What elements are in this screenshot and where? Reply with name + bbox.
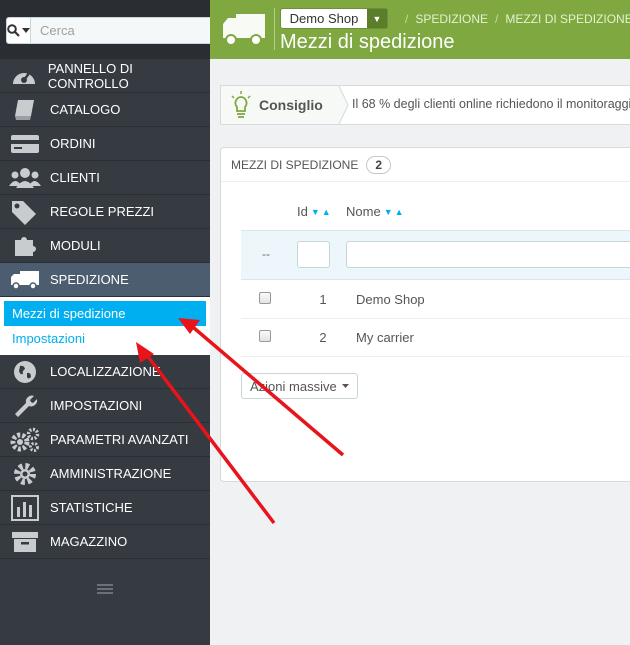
menu-label: CATALOGO bbox=[50, 102, 121, 117]
users-icon bbox=[0, 161, 50, 195]
tags-icon bbox=[0, 195, 50, 229]
gear-icon bbox=[0, 457, 50, 491]
truck-icon bbox=[0, 263, 50, 297]
shop-selector-label: Demo Shop bbox=[289, 11, 359, 26]
tip-header: Consiglio bbox=[221, 86, 339, 124]
table-row[interactable]: 2 My carrier bbox=[241, 319, 630, 357]
divider bbox=[274, 8, 275, 50]
menu-label: LOCALIZZAZIONE bbox=[50, 364, 161, 379]
menu-label: REGOLE PREZZI bbox=[50, 204, 155, 219]
caret-down-icon bbox=[341, 383, 349, 388]
menu-collapse-icon[interactable] bbox=[97, 584, 113, 596]
menu-item-catalog[interactable]: CATALOGO bbox=[0, 93, 210, 127]
menu-label: IMPOSTAZIONI bbox=[50, 398, 143, 413]
column-label-id: Id bbox=[297, 204, 308, 219]
bulk-actions-button[interactable]: Azioni massive bbox=[241, 373, 358, 399]
menu-label: PARAMETRI AVANZATI bbox=[50, 432, 189, 447]
breadcrumb: / SPEDIZIONE / MEZZI DI SPEDIZIONE bbox=[398, 12, 630, 26]
menu-label: MODULI bbox=[50, 238, 101, 253]
shop-selector[interactable]: Demo Shop ▼ bbox=[280, 8, 388, 29]
filter-id-input[interactable] bbox=[297, 241, 330, 268]
row-checkbox[interactable] bbox=[259, 330, 271, 342]
menu-item-shipping[interactable]: SPEDIZIONE bbox=[0, 263, 210, 297]
tip-separator bbox=[329, 86, 349, 124]
cogs-icon bbox=[0, 423, 50, 457]
search-area bbox=[0, 0, 217, 59]
menu-item-price-rules[interactable]: REGOLE PREZZI bbox=[0, 195, 210, 229]
globe-icon bbox=[0, 355, 50, 389]
menu-item-modules[interactable]: MODULI bbox=[0, 229, 210, 263]
menu-item-orders[interactable]: ORDINI bbox=[0, 127, 210, 161]
tip-banner: Consiglio Il 68 % degli clienti online r… bbox=[220, 85, 630, 125]
main-menu: PANNELLO DI CONTROLLO CATALOGO ORDINI CL… bbox=[0, 59, 210, 559]
row-checkbox[interactable] bbox=[259, 292, 271, 304]
search-dropdown-button[interactable] bbox=[6, 17, 31, 44]
breadcrumb-item-shipping[interactable]: SPEDIZIONE bbox=[415, 12, 488, 26]
table-row[interactable]: 1 Demo Shop bbox=[241, 281, 630, 319]
row-name: My carrier bbox=[356, 330, 414, 345]
shipping-submenu: Mezzi di spedizione Impostazioni bbox=[0, 297, 210, 355]
filter-name-input[interactable] bbox=[346, 241, 630, 268]
submenu-item-preferences[interactable]: Impostazioni bbox=[0, 326, 210, 351]
main-content: Consiglio Il 68 % degli clienti online r… bbox=[210, 59, 630, 645]
menu-item-localization[interactable]: LOCALIZZAZIONE bbox=[0, 355, 210, 389]
sort-desc-icon[interactable]: ▼ bbox=[311, 207, 320, 217]
tip-label: Consiglio bbox=[259, 97, 323, 113]
sort-asc-icon[interactable]: ▲ bbox=[322, 207, 331, 217]
menu-label: STATISTICHE bbox=[50, 500, 133, 515]
menu-item-stock[interactable]: MAGAZZINO bbox=[0, 525, 210, 559]
menu-label: AMMINISTRAZIONE bbox=[50, 466, 172, 481]
menu-item-administration[interactable]: AMMINISTRAZIONE bbox=[0, 457, 210, 491]
menu-label: PANNELLO DI CONTROLLO bbox=[47, 60, 133, 91]
search-icon bbox=[7, 24, 20, 37]
filter-row: -- bbox=[241, 230, 630, 280]
table-header: Id ▼ ▲ Nome ▼ ▲ bbox=[221, 204, 630, 224]
caret-down-icon bbox=[22, 27, 30, 33]
menu-item-customers[interactable]: CLIENTI bbox=[0, 161, 210, 195]
menu-item-dashboard[interactable]: PANNELLO DI CONTROLLO bbox=[0, 59, 210, 93]
column-header-name: Nome ▼ ▲ bbox=[346, 204, 404, 219]
book-icon bbox=[0, 93, 50, 127]
menu-label: SPEDIZIONE bbox=[50, 272, 129, 287]
sidebar: PANNELLO DI CONTROLLO CATALOGO ORDINI CL… bbox=[0, 0, 217, 645]
count-badge: 2 bbox=[366, 155, 392, 174]
caret-down-icon: ▼ bbox=[367, 9, 387, 28]
archive-icon bbox=[0, 525, 50, 559]
wrench-icon bbox=[0, 389, 50, 423]
tip-text: Il 68 % degli clienti online richiedono … bbox=[352, 97, 630, 111]
filter-placeholder: -- bbox=[262, 247, 270, 261]
page-title: Mezzi di spedizione bbox=[280, 31, 455, 53]
sort-asc-icon[interactable]: ▲ bbox=[395, 207, 404, 217]
menu-label: MAGAZZINO bbox=[50, 534, 128, 549]
panel-title: MEZZI DI SPEDIZIONE bbox=[231, 157, 359, 172]
panel-heading: MEZZI DI SPEDIZIONE 2 bbox=[221, 148, 630, 182]
menu-label: ORDINI bbox=[50, 136, 96, 151]
menu-item-stats[interactable]: STATISTICHE bbox=[0, 491, 210, 525]
row-id: 2 bbox=[319, 330, 327, 345]
row-id: 1 bbox=[319, 292, 327, 307]
menu-label: CLIENTI bbox=[50, 170, 100, 185]
row-name: Demo Shop bbox=[356, 292, 425, 307]
menu-item-preferences[interactable]: IMPOSTAZIONI bbox=[0, 389, 210, 423]
menu-item-advanced-parameters[interactable]: PARAMETRI AVANZATI bbox=[0, 423, 210, 457]
search-input[interactable] bbox=[31, 17, 217, 44]
sort-desc-icon[interactable]: ▼ bbox=[384, 207, 393, 217]
column-label-name: Nome bbox=[346, 204, 381, 219]
breadcrumb-item-carriers[interactable]: MEZZI DI SPEDIZIONE bbox=[505, 12, 630, 26]
truck-icon bbox=[222, 10, 266, 50]
page-header: Demo Shop ▼ / SPEDIZIONE / MEZZI DI SPEDIZI… bbox=[210, 0, 630, 59]
bar-chart-icon bbox=[0, 491, 50, 525]
bulk-actions-label: Azioni massive bbox=[250, 378, 337, 394]
lightbulb-icon bbox=[231, 91, 251, 118]
credit-card-icon bbox=[0, 127, 50, 161]
column-header-id: Id ▼ ▲ bbox=[297, 204, 331, 219]
carriers-panel: MEZZI DI SPEDIZIONE 2 Id ▼ ▲ Nome ▼ ▲ -- 1… bbox=[220, 147, 630, 482]
submenu-item-carriers[interactable]: Mezzi di spedizione bbox=[4, 301, 206, 326]
dashboard-icon bbox=[0, 59, 48, 93]
puzzle-icon bbox=[0, 229, 50, 263]
